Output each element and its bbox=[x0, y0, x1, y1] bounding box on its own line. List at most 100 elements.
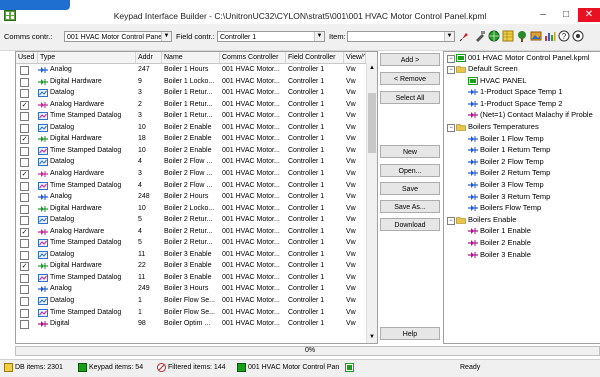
column-header-type[interactable]: Type bbox=[38, 52, 136, 63]
table-row[interactable]: Analog 247 Boiler 1 Hours 001 HVAC Motor...… bbox=[16, 64, 366, 76]
tree-expander[interactable]: − bbox=[447, 124, 455, 132]
items-table[interactable]: Used Type Addr Name Comms Controller Fie… bbox=[15, 51, 378, 344]
item-select[interactable]: ▼ bbox=[347, 31, 455, 42]
table-row[interactable]: Time Stamped Datalog 5 Boiler 2 Retur... 00… bbox=[16, 237, 366, 249]
table-row[interactable]: ✓ Analog Hardware 3 Boiler 2 Flow ... 001 HV… bbox=[16, 168, 366, 180]
table-row[interactable]: Time Stamped Datalog 1 Boiler Flow Se... 00… bbox=[16, 307, 366, 319]
pin-icon[interactable] bbox=[459, 30, 471, 42]
tree-item[interactable]: Boiler 3 Flow Temp bbox=[480, 179, 544, 190]
vertical-scrollbar[interactable]: ▲ ▼ bbox=[366, 63, 377, 343]
image-icon[interactable] bbox=[530, 30, 542, 42]
tree-item[interactable]: HVAC PANEL bbox=[480, 75, 526, 86]
checkbox[interactable] bbox=[20, 250, 29, 260]
open-button[interactable]: Open... bbox=[380, 164, 440, 177]
checkbox[interactable] bbox=[20, 308, 29, 318]
checkbox[interactable] bbox=[20, 239, 29, 249]
tree-item[interactable]: Boiler 1 Flow Temp bbox=[480, 133, 544, 144]
chart-icon[interactable] bbox=[544, 30, 556, 42]
table-row[interactable]: Analog 248 Boiler 2 Hours 001 HVAC Motor...… bbox=[16, 191, 366, 203]
add-button[interactable]: Add > bbox=[380, 53, 440, 66]
checkbox[interactable] bbox=[20, 123, 29, 133]
table-row[interactable]: Digital 98 Boiler Optim ... 001 HVAC Motor.… bbox=[16, 318, 366, 330]
checkbox[interactable] bbox=[20, 112, 29, 122]
scroll-thumb[interactable] bbox=[368, 93, 376, 153]
minimize-button[interactable]: – bbox=[532, 8, 554, 22]
checkbox[interactable] bbox=[20, 204, 29, 214]
tool-icon[interactable] bbox=[474, 30, 486, 42]
column-header-view[interactable]: View/^ bbox=[344, 52, 366, 63]
tree-expander[interactable]: − bbox=[447, 66, 455, 74]
table-row[interactable]: Datalog 3 Boiler 1 Retur... 001 HVAC Motor.… bbox=[16, 87, 366, 99]
column-header-addr[interactable]: Addr bbox=[136, 52, 162, 63]
table-row[interactable]: Time Stamped Datalog 10 Boiler 2 Enable 001… bbox=[16, 145, 366, 157]
scroll-up-icon[interactable]: ▲ bbox=[368, 64, 376, 72]
tree-item[interactable]: Boiler 1 Return Temp bbox=[480, 144, 550, 155]
tree-item[interactable]: (Net=1) Contact Malachy if Proble bbox=[480, 109, 593, 120]
checkbox[interactable] bbox=[20, 297, 29, 306]
table-row[interactable]: Time Stamped Datalog 3 Boiler 1 Retur... 00… bbox=[16, 110, 366, 122]
tree-item[interactable]: Boiler 3 Return Temp bbox=[480, 191, 550, 202]
tree-folder[interactable]: Default Screen bbox=[468, 63, 518, 74]
checkbox-checked[interactable]: ✓ bbox=[20, 135, 29, 145]
table-row[interactable]: ✓ Analog Hardware 4 Boiler 2 Retur... 001 HV… bbox=[16, 226, 366, 238]
column-header-used[interactable]: Used bbox=[16, 52, 38, 63]
field-controller-select[interactable]: Controller 1 ▼ bbox=[217, 31, 325, 42]
scroll-down-icon[interactable]: ▼ bbox=[368, 333, 376, 341]
tree-expander[interactable]: − bbox=[447, 216, 455, 225]
table-row[interactable]: Time Stamped Datalog 11 Boiler 3 Enable 001… bbox=[16, 272, 366, 284]
table-row[interactable]: Datalog 4 Boiler 2 Flow ... 001 HVAC Motor.… bbox=[16, 156, 366, 168]
column-header-comms[interactable]: Comms Controller bbox=[220, 52, 286, 63]
table-row[interactable]: Datalog 11 Boiler 3 Enable 001 HVAC Motor..… bbox=[16, 249, 366, 261]
save-as-button[interactable]: Save As... bbox=[380, 200, 440, 213]
tree-item[interactable]: Boiler 2 Flow Temp bbox=[480, 156, 544, 167]
comms-controller-select[interactable]: 001 HVAC Motor Control Panel ▼ bbox=[64, 31, 172, 42]
checkbox[interactable] bbox=[20, 273, 29, 283]
checkbox-checked[interactable]: ✓ bbox=[20, 100, 29, 110]
tree-item[interactable]: 1-Product Space Temp 2 bbox=[480, 98, 562, 109]
table-row[interactable]: Digital Hardware 9 Boiler 1 Locko... 001 HV… bbox=[16, 76, 366, 88]
checkbox[interactable] bbox=[20, 77, 29, 87]
remove-button[interactable]: < Remove bbox=[380, 72, 440, 85]
tree-item[interactable]: Boiler 1 Enable bbox=[480, 225, 531, 236]
help-icon[interactable]: ? bbox=[558, 30, 570, 42]
settings-icon[interactable] bbox=[572, 30, 584, 42]
checkbox[interactable] bbox=[20, 146, 29, 156]
globe-icon[interactable] bbox=[488, 30, 500, 42]
table-icon[interactable] bbox=[502, 30, 514, 42]
table-row[interactable]: ✓ Digital Hardware 18 Boiler 2 Enable 001 HV… bbox=[16, 133, 366, 145]
table-row[interactable]: Time Stamped Datalog 4 Boiler 2 Flow ... 00… bbox=[16, 180, 366, 192]
tree-item[interactable]: Boilers Flow Temp bbox=[480, 202, 541, 213]
table-row[interactable]: Analog 249 Boiler 3 Hours 001 HVAC Motor...… bbox=[16, 283, 366, 295]
help-button[interactable]: Help bbox=[380, 327, 440, 340]
tree-expander[interactable]: − bbox=[447, 55, 455, 63]
table-row[interactable]: ✓ Analog Hardware 2 Boiler 1 Retur... 001 HV… bbox=[16, 99, 366, 111]
checkbox[interactable] bbox=[20, 158, 29, 168]
column-header-field[interactable]: Field Controller bbox=[286, 52, 344, 63]
tree-root[interactable]: 001 HVAC Motor Control Panel.kpml bbox=[468, 52, 590, 63]
checkbox[interactable] bbox=[20, 181, 29, 191]
tree-item[interactable]: 1-Product Space Temp 1 bbox=[480, 86, 562, 97]
checkbox[interactable] bbox=[20, 193, 29, 203]
checkbox-checked[interactable]: ✓ bbox=[20, 262, 29, 272]
checkbox[interactable] bbox=[20, 285, 29, 295]
table-row[interactable]: ✓ Digital Hardware 22 Boiler 3 Enable 001 HV… bbox=[16, 260, 366, 272]
tree-item[interactable]: Boiler 2 Return Temp bbox=[480, 167, 550, 178]
table-row[interactable]: Datalog 5 Boiler 2 Retur... 001 HVAC Motor.… bbox=[16, 214, 366, 226]
select-all-button[interactable]: Select All bbox=[380, 91, 440, 104]
tree-folder[interactable]: Boilers Temperatures bbox=[468, 121, 539, 132]
tree-item[interactable]: Boiler 2 Enable bbox=[480, 237, 531, 248]
column-header-name[interactable]: Name bbox=[162, 52, 220, 63]
checkbox-checked[interactable]: ✓ bbox=[20, 169, 29, 179]
new-button[interactable]: New bbox=[380, 145, 440, 158]
maximize-button[interactable]: □ bbox=[555, 8, 577, 22]
checkbox[interactable] bbox=[20, 320, 29, 330]
tree-folder[interactable]: Boilers Enable bbox=[468, 214, 516, 225]
table-row[interactable]: Datalog 10 Boiler 2 Enable 001 HVAC Motor..… bbox=[16, 122, 366, 134]
keypad-tree[interactable]: − 001 HVAC Motor Control Panel.kpml − Def… bbox=[443, 51, 600, 344]
checkbox[interactable] bbox=[20, 216, 29, 226]
save-button[interactable]: Save bbox=[380, 182, 440, 195]
table-row[interactable]: Digital Hardware 10 Boiler 2 Locko... 001 H… bbox=[16, 203, 366, 215]
tree-icon[interactable] bbox=[516, 30, 528, 42]
checkbox-checked[interactable]: ✓ bbox=[20, 227, 29, 237]
close-button[interactable]: ✕ bbox=[578, 8, 600, 22]
